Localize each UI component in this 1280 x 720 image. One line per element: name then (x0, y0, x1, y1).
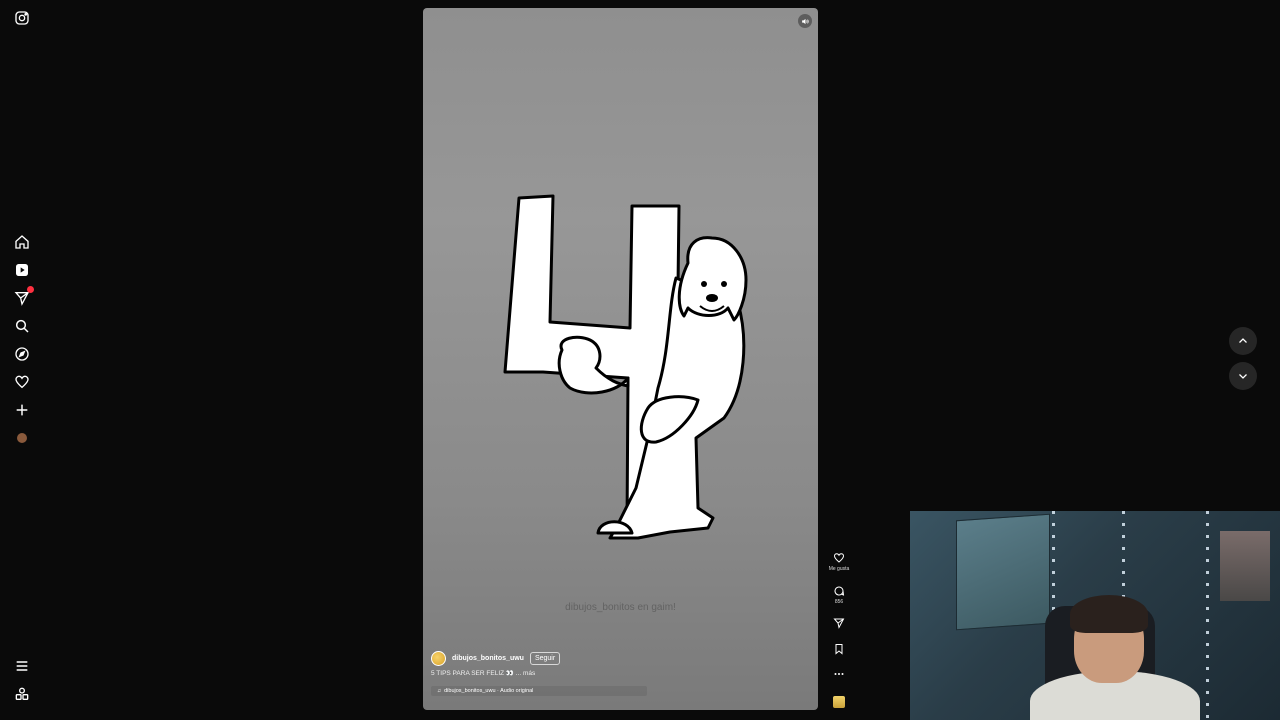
profile-avatar[interactable] (13, 429, 31, 447)
number-four-dog-drawing (503, 194, 748, 540)
like-label: Me gusta (828, 566, 850, 572)
audio-avatar-button[interactable] (826, 696, 852, 708)
share-icon (833, 618, 845, 629)
audio-cover (833, 696, 845, 708)
create-icon[interactable] (13, 401, 31, 419)
string-lights (1206, 511, 1209, 720)
messages-badge (27, 286, 34, 293)
caption-text[interactable]: 5 TIPS PARA SER FELIZ 👀 ... más (431, 669, 731, 677)
instagram-logo-icon[interactable] (13, 9, 31, 27)
next-reel-button[interactable] (1229, 362, 1257, 390)
wall-poster (956, 513, 1050, 631)
mute-toggle[interactable] (798, 14, 812, 28)
more-menu-icon[interactable] (13, 657, 31, 675)
author-avatar[interactable] (431, 650, 446, 666)
wall-poster-right (1220, 531, 1270, 601)
chevron-down-icon (1239, 374, 1247, 379)
search-icon[interactable] (13, 317, 31, 335)
previous-reel-button[interactable] (1229, 327, 1257, 355)
music-note-icon: ♫ (437, 688, 442, 694)
reels-icon[interactable] (13, 261, 31, 279)
reel-caption: dibujos_bonitos_uwu Seguir 5 TIPS PARA S… (431, 650, 731, 696)
reel-video[interactable]: dibujos_bonitos en gaim! dibujos_bonitos… (423, 8, 818, 710)
left-sidebar (0, 0, 44, 720)
save-button[interactable] (826, 643, 852, 655)
explore-icon[interactable] (13, 345, 31, 363)
comments-count: 856 (834, 599, 844, 605)
follow-button[interactable]: Seguir (529, 651, 561, 665)
share-button[interactable] (826, 617, 852, 629)
video-watermark: dibujos_bonitos en gaim! (565, 602, 676, 613)
like-button[interactable]: Me gusta (826, 552, 852, 572)
audio-track[interactable]: ♫ dibujos_bonitos_uwu · Audio original (431, 686, 647, 696)
threads-icon[interactable] (13, 685, 31, 703)
author-username[interactable]: dibujos_bonitos_uwu (452, 655, 524, 662)
audio-label: dibujos_bonitos_uwu · Audio original (444, 688, 534, 694)
speaker-icon (801, 18, 809, 24)
home-icon[interactable] (13, 233, 31, 251)
streamer-hair (1070, 595, 1148, 633)
webcam-overlay (910, 511, 1280, 720)
notifications-icon[interactable] (13, 373, 31, 391)
comment-button[interactable]: 856 (826, 585, 852, 605)
messages-icon[interactable] (13, 286, 34, 307)
comment-icon (834, 586, 845, 596)
more-options-button[interactable] (826, 668, 852, 680)
heart-icon (833, 553, 845, 563)
more-dots-icon (834, 673, 844, 675)
chevron-up-icon (1239, 338, 1247, 343)
bookmark-icon (835, 644, 843, 655)
